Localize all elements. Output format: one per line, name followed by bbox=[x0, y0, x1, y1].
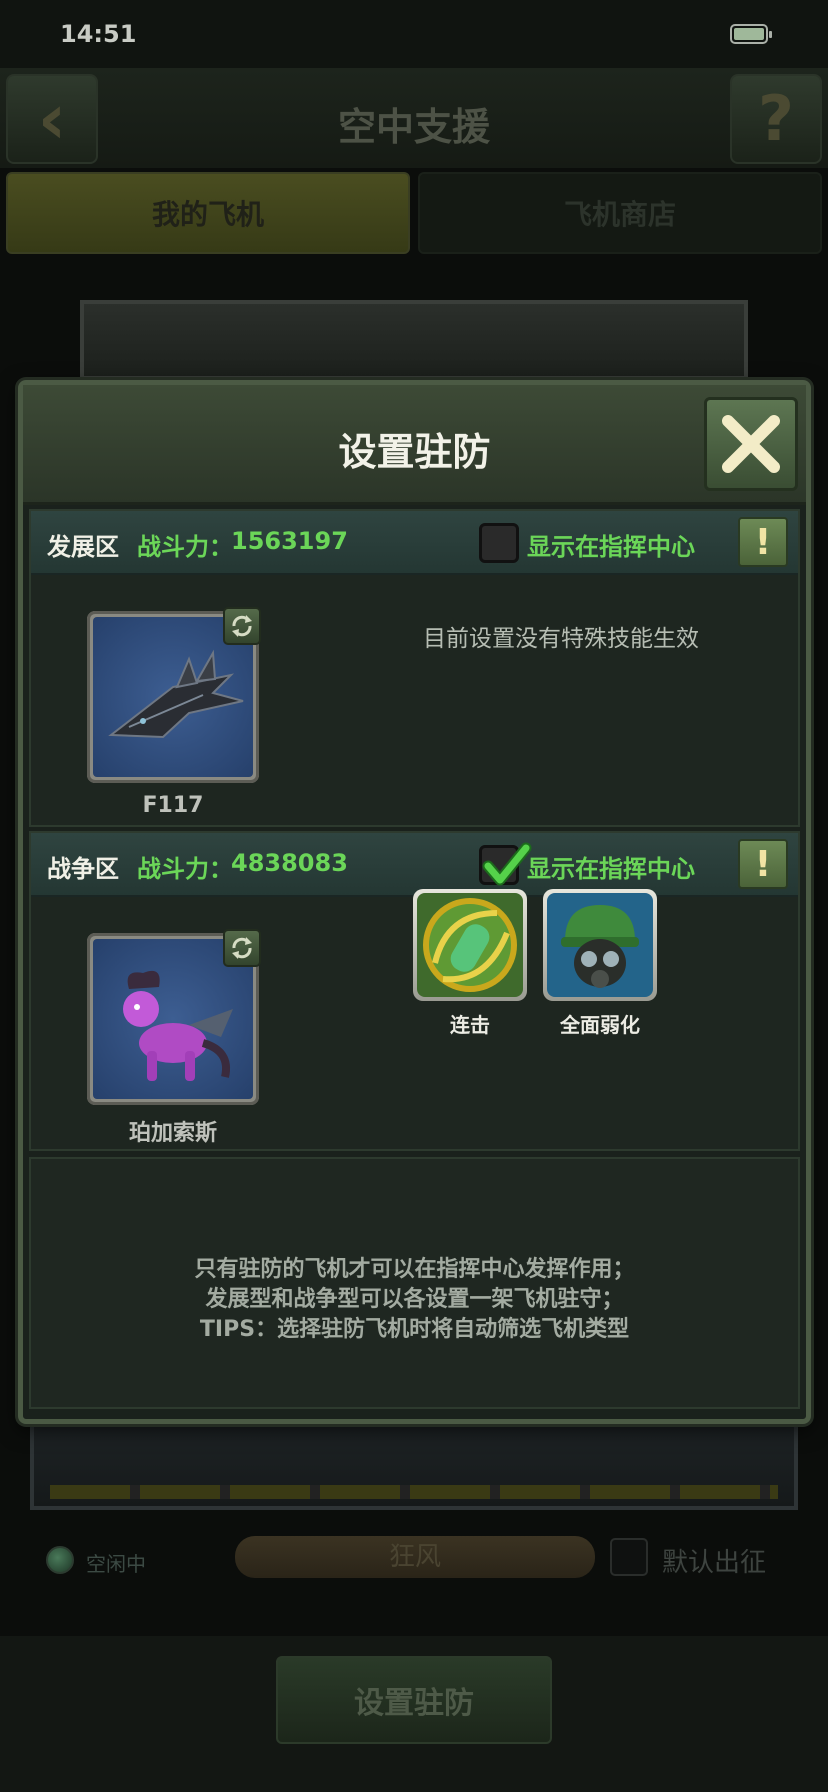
garrison-modal: 设置驻防 发展区 战斗力： 1563197 显示在指挥中心 ! F117 目前设… bbox=[18, 380, 811, 1424]
status-bar: 14:51 bbox=[0, 0, 828, 68]
page-title: 空中支援 bbox=[337, 105, 490, 149]
skill-label: 全面弱化 bbox=[560, 1013, 640, 1037]
skill-label: 连击 bbox=[450, 1013, 490, 1037]
top-bar: ‹ 空中支援 ? bbox=[0, 68, 828, 168]
show-in-command-center-label[interactable]: 显示在指挥中心 bbox=[527, 849, 695, 884]
zone-header: 战争区 战斗力： 4838083 显示在指挥中心 ! bbox=[31, 833, 798, 897]
close-x-icon bbox=[722, 415, 780, 473]
plane-card[interactable] bbox=[87, 929, 261, 1105]
power-value: 1563197 bbox=[231, 527, 348, 555]
default-sortie-checkbox[interactable] bbox=[610, 1538, 648, 1576]
show-in-command-center-checkbox[interactable] bbox=[479, 523, 519, 563]
development-zone: 发展区 战斗力： 1563197 显示在指挥中心 ! F117 目前设置没有特殊… bbox=[29, 509, 800, 827]
tab-my-planes[interactable]: 我的飞机 bbox=[6, 172, 410, 254]
plane-name: 珀加索斯 bbox=[128, 1121, 217, 1146]
default-sortie-label: 默认出征 bbox=[662, 1548, 767, 1578]
swap-icon[interactable] bbox=[223, 607, 261, 645]
plane-card[interactable] bbox=[87, 607, 261, 783]
hangar-slot-top bbox=[80, 300, 748, 380]
close-button[interactable] bbox=[704, 397, 798, 491]
hangar-floor-stripes bbox=[50, 1485, 778, 1499]
tab-plane-shop[interactable]: 飞机商店 bbox=[418, 172, 822, 254]
set-garrison-button[interactable]: 设置驻防 bbox=[276, 1656, 552, 1744]
garrison-notes: 只有驻防的飞机才可以在指挥中心发挥作用； 发展型和战争型可以各设置一架飞机驻守；… bbox=[29, 1157, 800, 1409]
battery-icon bbox=[730, 24, 772, 44]
exclamation-icon[interactable]: ! bbox=[738, 517, 788, 567]
help-button[interactable]: ? bbox=[730, 74, 822, 164]
bottom-bar: 设置驻防 bbox=[0, 1636, 828, 1792]
plane-name: F117 bbox=[142, 793, 204, 818]
war-zone: 战争区 战斗力： 4838083 显示在指挥中心 ! 珀加索斯 连击 全面弱化 bbox=[29, 831, 800, 1151]
note-line: TIPS：选择驻防飞机时将自动筛选飞机类型 bbox=[199, 1317, 630, 1342]
hangar-info-row: 空闲中 狂风 默认出征 bbox=[30, 1530, 798, 1586]
zone-header: 发展区 战斗力： 1563197 显示在指挥中心 ! bbox=[31, 511, 798, 575]
plane-name-plate[interactable]: 狂风 bbox=[235, 1536, 595, 1578]
idle-status-label: 空闲中 bbox=[86, 1552, 146, 1576]
swap-icon[interactable] bbox=[223, 929, 261, 967]
gas-mask-soldier-icon bbox=[547, 893, 653, 997]
note-line: 发展型和战争型可以各设置一架飞机驻守； bbox=[205, 1287, 624, 1312]
missile-combo-icon bbox=[417, 893, 523, 997]
note-line: 只有驻防的飞机才可以在指挥中心发挥作用； bbox=[194, 1257, 635, 1282]
idle-status-icon bbox=[46, 1546, 74, 1574]
modal-title: 设置驻防 bbox=[338, 430, 491, 474]
skill-combo[interactable] bbox=[413, 889, 527, 1001]
modal-header: 设置驻防 bbox=[23, 385, 806, 505]
power-label: 战斗力： bbox=[137, 855, 233, 883]
zone-name: 发展区 bbox=[47, 533, 119, 561]
power-value: 4838083 bbox=[231, 849, 348, 877]
skill-full-weaken[interactable] bbox=[543, 889, 657, 1001]
show-in-command-center-checkbox[interactable] bbox=[479, 842, 532, 886]
question-mark-icon: ? bbox=[758, 82, 794, 155]
checkmark-icon bbox=[482, 842, 532, 886]
show-in-command-center-label[interactable]: 显示在指挥中心 bbox=[527, 527, 695, 562]
power-label: 战斗力： bbox=[137, 533, 233, 561]
exclamation-icon[interactable]: ! bbox=[738, 839, 788, 889]
status-time: 14:51 bbox=[60, 20, 137, 48]
skill-message: 目前设置没有特殊技能生效 bbox=[423, 626, 699, 652]
tab-bar: 我的飞机 飞机商店 bbox=[0, 170, 828, 256]
zone-name: 战争区 bbox=[47, 855, 119, 883]
